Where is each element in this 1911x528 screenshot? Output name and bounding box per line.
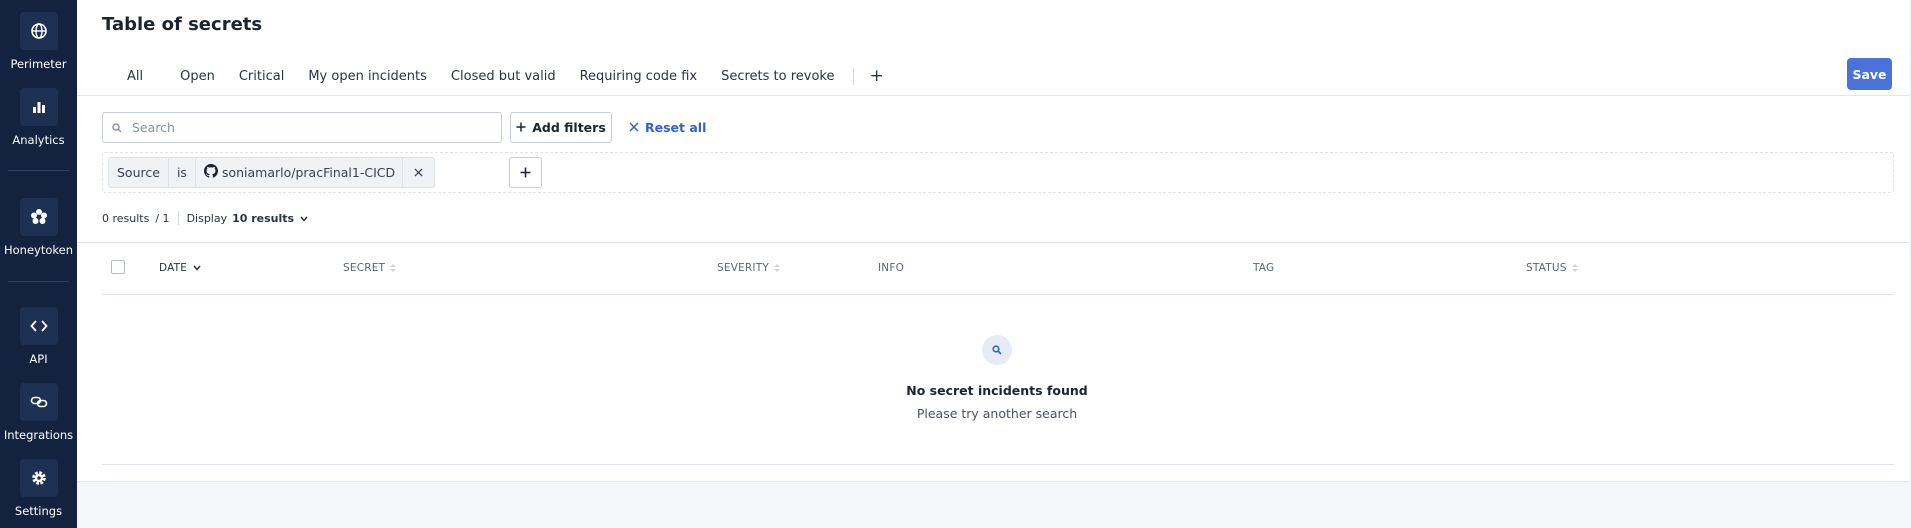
add-filter-button[interactable] <box>509 157 542 188</box>
remove-filter-button[interactable] <box>403 158 434 187</box>
main-panel: Table of secrets All Open Critical My op… <box>77 0 1909 482</box>
column-header-status[interactable]: STATUS <box>1526 258 1578 278</box>
filter-chip: Source is soniamarlo/pracFinal1-CICD <box>108 157 436 188</box>
plus-icon <box>520 167 531 178</box>
sidebar-item-label: Honeytoken <box>3 243 73 257</box>
honeytoken-icon <box>19 198 58 236</box>
code-icon <box>19 307 58 345</box>
sidebar-divider <box>8 281 69 282</box>
sort-icon <box>390 264 397 272</box>
table-top-divider <box>77 242 1909 243</box>
page-title: Table of secrets <box>102 14 263 35</box>
column-header-secret[interactable]: SECRET <box>343 258 397 278</box>
display-label: Display <box>186 211 228 225</box>
add-filters-label: Add filters <box>532 120 606 135</box>
sidebar-item-integrations[interactable]: Integrations <box>0 383 77 442</box>
bar-chart-icon <box>19 88 58 126</box>
add-filters-button[interactable]: Add filters <box>510 112 612 143</box>
column-header-label: TAG <box>1253 262 1275 274</box>
search-icon <box>982 335 1012 365</box>
add-tab-button[interactable]: + <box>858 67 896 85</box>
chevron-down-icon[interactable] <box>300 212 308 225</box>
tab-critical[interactable]: Critical <box>227 69 296 84</box>
results-divider <box>177 211 179 225</box>
sidebar: Perimeter Analytics Honeytoken API Integ… <box>0 0 77 528</box>
tab-divider <box>852 67 854 85</box>
search-icon <box>112 118 122 137</box>
column-header-label: SECRET <box>343 262 386 274</box>
tab-secrets-to-revoke[interactable]: Secrets to revoke <box>709 69 846 84</box>
filter-operator[interactable]: is <box>169 158 196 187</box>
close-icon <box>629 120 639 135</box>
column-header-severity[interactable]: SEVERITY <box>717 258 780 278</box>
close-icon <box>414 168 423 177</box>
github-icon <box>203 164 218 181</box>
tab-all[interactable]: All <box>102 69 168 84</box>
filter-field[interactable]: Source <box>109 158 169 187</box>
chevron-down-icon <box>193 262 201 274</box>
sidebar-item-honeytoken[interactable]: Honeytoken <box>0 198 77 257</box>
empty-state-title: No secret incidents found <box>906 383 1088 398</box>
tab-bar-divider <box>77 95 1909 96</box>
sidebar-item-api[interactable]: API <box>0 307 77 366</box>
plus-icon <box>516 120 526 135</box>
empty-state: No secret incidents found Please try ano… <box>102 295 1894 465</box>
select-all-checkbox[interactable] <box>111 260 125 274</box>
column-header-tag: TAG <box>1253 258 1274 278</box>
reset-all-button[interactable]: Reset all <box>629 112 706 143</box>
sidebar-item-label: Perimeter <box>10 57 67 71</box>
sidebar-item-label: Settings <box>14 504 63 518</box>
column-header-label: SEVERITY <box>717 262 769 274</box>
tab-closed-but-valid[interactable]: Closed but valid <box>439 69 568 84</box>
sidebar-item-label: API <box>29 352 48 366</box>
tab-requiring-code-fix[interactable]: Requiring code fix <box>568 69 710 84</box>
reset-all-label: Reset all <box>645 120 707 135</box>
sort-icon <box>1571 264 1578 272</box>
integrations-icon <box>19 383 58 421</box>
sidebar-item-settings[interactable]: Settings <box>0 459 77 518</box>
column-header-date[interactable]: DATE <box>159 258 201 278</box>
tab-bar: All Open Critical My open incidents Clos… <box>102 64 896 88</box>
filter-value-label: soniamarlo/pracFinal1-CICD <box>221 165 396 180</box>
results-pages: / 1 <box>155 211 170 225</box>
column-header-info: INFO <box>878 258 904 278</box>
sidebar-divider <box>8 170 69 171</box>
filter-value[interactable]: soniamarlo/pracFinal1-CICD <box>196 158 404 187</box>
search-input[interactable] <box>132 120 472 135</box>
column-header-label: INFO <box>878 262 905 274</box>
column-header-label: DATE <box>159 262 188 274</box>
sidebar-item-perimeter[interactable]: Perimeter <box>0 12 77 71</box>
tab-open[interactable]: Open <box>168 69 227 84</box>
sidebar-item-label: Integrations <box>3 428 74 442</box>
search-box <box>102 112 502 143</box>
sort-icon <box>773 264 780 272</box>
sidebar-item-analytics[interactable]: Analytics <box>0 88 77 147</box>
empty-state-subtitle: Please try another search <box>916 406 1078 421</box>
sidebar-item-label: Analytics <box>12 133 65 147</box>
results-summary: 0 results / 1 Display 10 results <box>102 211 308 225</box>
table-bottom-divider <box>102 464 1894 465</box>
display-select[interactable]: 10 results <box>232 212 294 225</box>
gear-icon <box>19 459 58 497</box>
globe-icon <box>19 12 58 50</box>
save-button[interactable]: Save <box>1847 58 1892 90</box>
results-count: 0 results <box>102 211 150 225</box>
column-header-label: STATUS <box>1526 262 1567 274</box>
tab-my-open-incidents[interactable]: My open incidents <box>296 69 439 84</box>
table-header: DATE SECRET SEVERITY INFO TAG STATUS <box>102 258 1894 278</box>
